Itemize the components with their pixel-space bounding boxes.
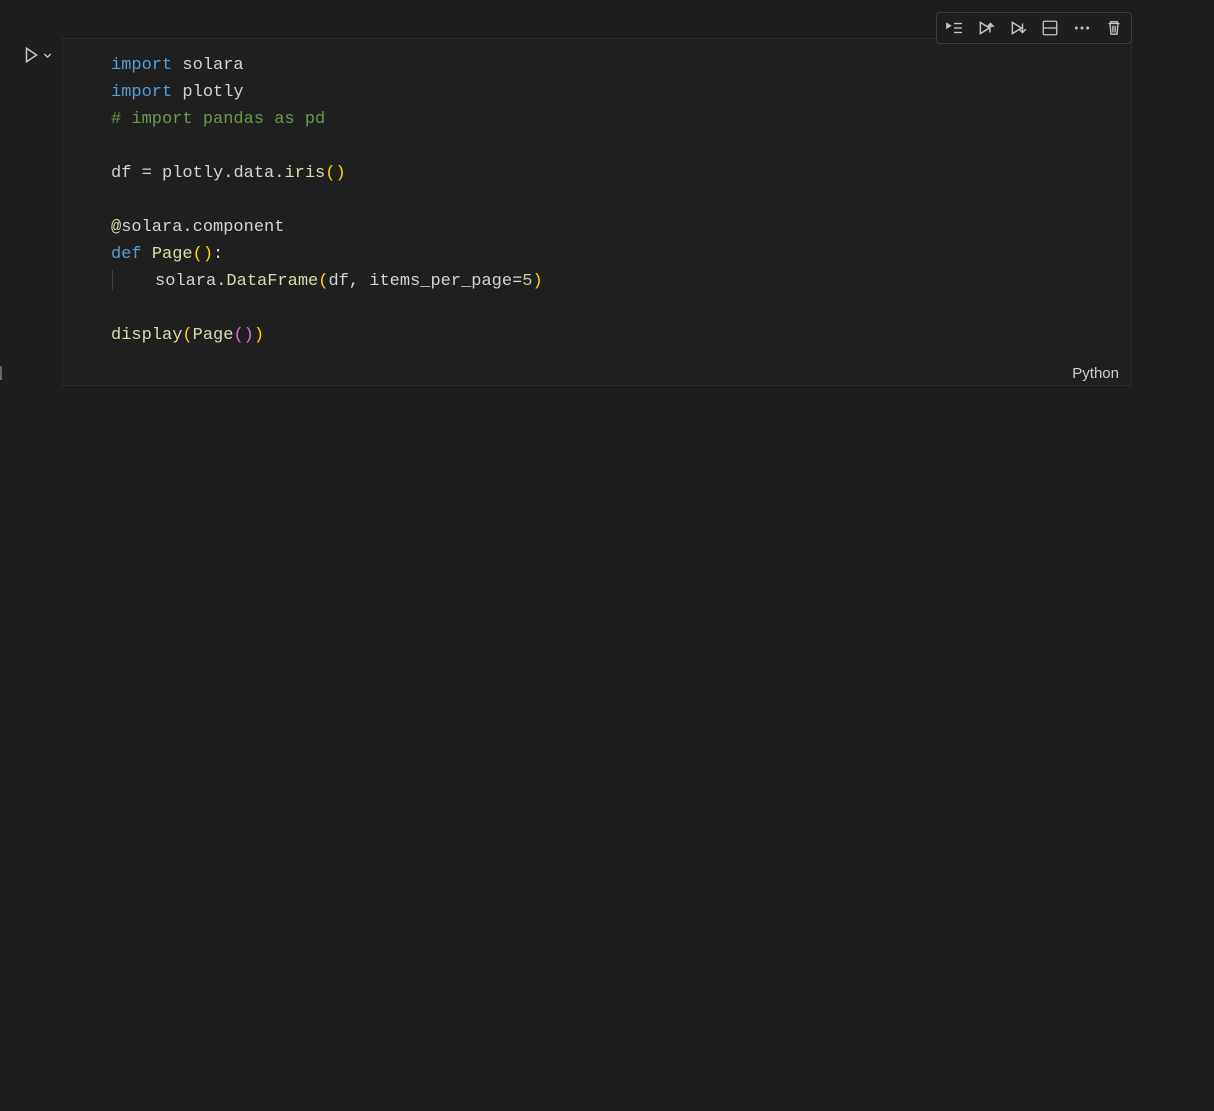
- split-cell-button[interactable]: [1035, 15, 1065, 41]
- execute-above-button[interactable]: [971, 15, 1001, 41]
- run-by-line-icon: [945, 19, 963, 37]
- execute-below-icon: [1009, 19, 1027, 37]
- more-icon: [1073, 19, 1091, 37]
- cell-footer: Python: [63, 362, 1131, 385]
- code-editor[interactable]: import solara import plotly # import pan…: [62, 38, 1132, 386]
- cell-toolbar: [936, 12, 1132, 44]
- code-cell: import solara import plotly # import pan…: [10, 38, 1132, 386]
- language-label[interactable]: Python: [1072, 365, 1119, 382]
- more-actions-button[interactable]: [1067, 15, 1097, 41]
- execute-below-button[interactable]: [1003, 15, 1033, 41]
- execution-count: [ ]: [0, 364, 5, 382]
- trash-icon: [1105, 19, 1123, 37]
- split-cell-icon: [1041, 19, 1059, 37]
- run-by-line-button[interactable]: [939, 15, 969, 41]
- execute-above-icon: [977, 19, 995, 37]
- delete-cell-button[interactable]: [1099, 15, 1129, 41]
